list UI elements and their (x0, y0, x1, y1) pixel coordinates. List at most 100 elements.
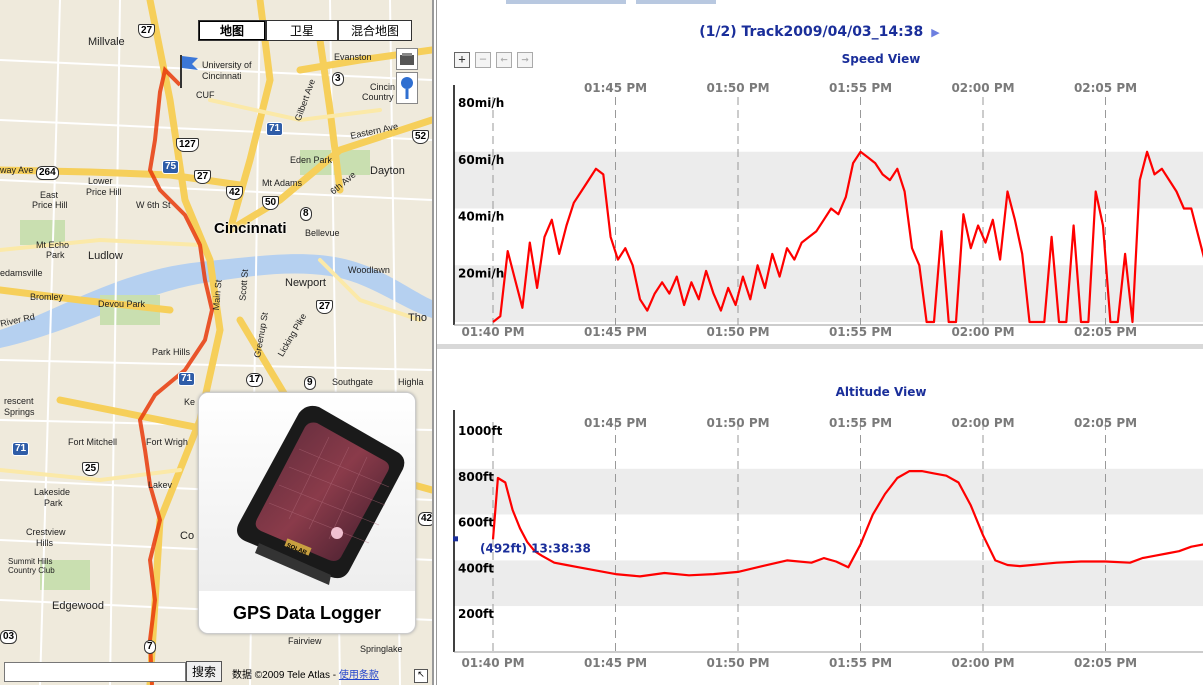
map-label: Edgewood (52, 600, 104, 612)
map-label: rescent (4, 396, 34, 406)
map-label: Woodlawn (348, 265, 390, 275)
map-label: Fairview (288, 636, 322, 646)
map-label: Cincinnati (202, 71, 242, 81)
y-tick-label: 60mi/h (458, 153, 504, 167)
x-tick-label: 02:05 PM (1074, 656, 1137, 670)
map-label: Bellevue (305, 228, 340, 238)
map-label: Park (46, 250, 65, 260)
highway-shield: 9 (304, 376, 316, 390)
map-type-map-button[interactable]: 地图 (198, 20, 266, 41)
map-label: Bromley (30, 292, 64, 302)
y-tick-label: 200ft (458, 607, 494, 621)
x-tick-label-top: 01:55 PM (829, 416, 892, 430)
map-label: Newport (285, 277, 326, 289)
chart-band (454, 560, 1203, 607)
map-search-input[interactable] (4, 662, 186, 682)
cursor-readout-label: (492ft) 13:38:38 (480, 541, 591, 555)
x-tick-label-top: 01:50 PM (706, 81, 769, 95)
map-label: Eden Park (290, 155, 333, 165)
y-tick-label: 40mi/h (458, 210, 504, 224)
map-label: CUF (196, 90, 215, 100)
map-type-hybrid-button[interactable]: 混合地图 (338, 20, 412, 41)
highway-shield: 264 (36, 166, 59, 180)
y-tick-label: 800ft (458, 470, 494, 484)
x-tick-label: 02:00 PM (951, 325, 1014, 339)
x-tick-label-top: 02:05 PM (1074, 416, 1137, 430)
map-type-satellite-button[interactable]: 卫星 (266, 20, 338, 41)
x-tick-label: 01:50 PM (706, 656, 769, 670)
y-tick-label: 1000ft (458, 424, 503, 438)
map-label: East (40, 190, 59, 200)
map-label: Price Hill (86, 187, 122, 197)
pegman-marker-icon[interactable] (396, 72, 418, 104)
highway-shield: 71 (178, 372, 196, 386)
highway-shield: 17 (246, 373, 264, 387)
map-label: Crestview (26, 527, 66, 537)
x-tick-label-top: 01:50 PM (706, 416, 769, 430)
terms-of-use-link[interactable]: 使用条款 (339, 670, 379, 681)
highway-shield: 3 (332, 72, 344, 86)
map-attribution: 数据 ©2009 Tele Atlas - 使用条款 (232, 666, 379, 681)
highway-shield: 71 (12, 442, 30, 456)
map-label: Summit Hills (8, 557, 53, 566)
gps-logger-caption: GPS Data Logger (232, 603, 382, 623)
y-tick-label: 20mi/h (458, 266, 504, 280)
attribution-text: 数据 ©2009 Tele Atlas - (232, 670, 339, 681)
highway-shield: 42 (418, 512, 432, 526)
y-tick-label: 400ft (458, 561, 494, 575)
map-label: Co (180, 530, 195, 542)
map-label: Mt Adams (262, 178, 303, 188)
street-view-icon[interactable] (396, 48, 418, 70)
map-label: way Ave (0, 165, 34, 175)
highway-shield: 8 (300, 207, 312, 221)
chart-band (454, 208, 1203, 266)
start-flag-icon[interactable] (180, 55, 198, 88)
map-search-button[interactable]: 搜索 (186, 661, 223, 682)
y-tick-label: 600ft (458, 516, 494, 530)
map-label: W 6th St (136, 200, 171, 210)
map-label: edamsville (0, 268, 43, 278)
altitude-chart: 01:45 PM 01:50 PM 01:55 PM 02:00 PM 02:05 PM… (453, 410, 1203, 670)
map-label: Lower (88, 176, 113, 186)
map-label: Devou Park (98, 299, 146, 309)
map-search-bar: 搜索 数据 ©2009 Tele Atlas - 使用条款 ↖ (0, 659, 432, 685)
panel-divider (436, 344, 1203, 349)
map-pane[interactable]: 地图 卫星 混合地图 Millvale University of Cincin… (0, 0, 434, 685)
highway-shield: 75 (162, 160, 180, 174)
map-label: Cincin (370, 82, 396, 92)
map-resize-corner-icon[interactable]: ↖ (414, 669, 428, 683)
map-label: Hills (36, 538, 53, 548)
x-tick-label: 02:05 PM (1074, 325, 1137, 339)
map-label: Country (362, 92, 394, 102)
x-tick-label: 01:45 PM (584, 656, 647, 670)
map-type-switcher: 地图 卫星 混合地图 (198, 20, 412, 41)
map-label: Highla (398, 377, 424, 387)
charts-canvas[interactable]: 01:45 PM 01:50 PM 01:55 PM 02:00 PM 02:05 PM… (436, 0, 1203, 685)
map-label: Ke (184, 397, 196, 407)
map-label: Lakeside (34, 487, 71, 497)
map-label: Southgate (332, 377, 374, 387)
map-label: Mt Echo (36, 240, 70, 250)
speed-chart: 01:45 PM 01:50 PM 01:55 PM 02:00 PM 02:05 PM… (453, 81, 1203, 339)
x-tick-label: 01:55 PM (829, 325, 892, 339)
gps-logger-device-icon: SOLAR (237, 405, 405, 585)
map-label: Evanston (334, 52, 372, 62)
x-tick-label-top: 02:00 PM (951, 416, 1014, 430)
map-label: Millvale (88, 36, 125, 48)
x-tick-label-top: 01:55 PM (829, 81, 892, 95)
map-label: Dayton (370, 165, 405, 177)
x-tick-label: 01:40 PM (461, 325, 524, 339)
gps-logger-card: SOLAR GPS Data Logger (198, 392, 416, 634)
map-label: Tho (408, 312, 427, 324)
map-label: Price Hill (32, 200, 68, 210)
chart-band (454, 606, 1203, 652)
map-label: Ludlow (88, 250, 123, 262)
map-label: Park (44, 498, 63, 508)
map-label: University of (202, 60, 252, 70)
map-label: Springs (4, 407, 35, 417)
x-tick-label: 01:50 PM (706, 325, 769, 339)
x-tick-label: 02:00 PM (951, 656, 1014, 670)
x-tick-label: 01:40 PM (461, 656, 524, 670)
map-label: Country Club (8, 566, 55, 575)
x-tick-label-top: 02:05 PM (1074, 81, 1137, 95)
